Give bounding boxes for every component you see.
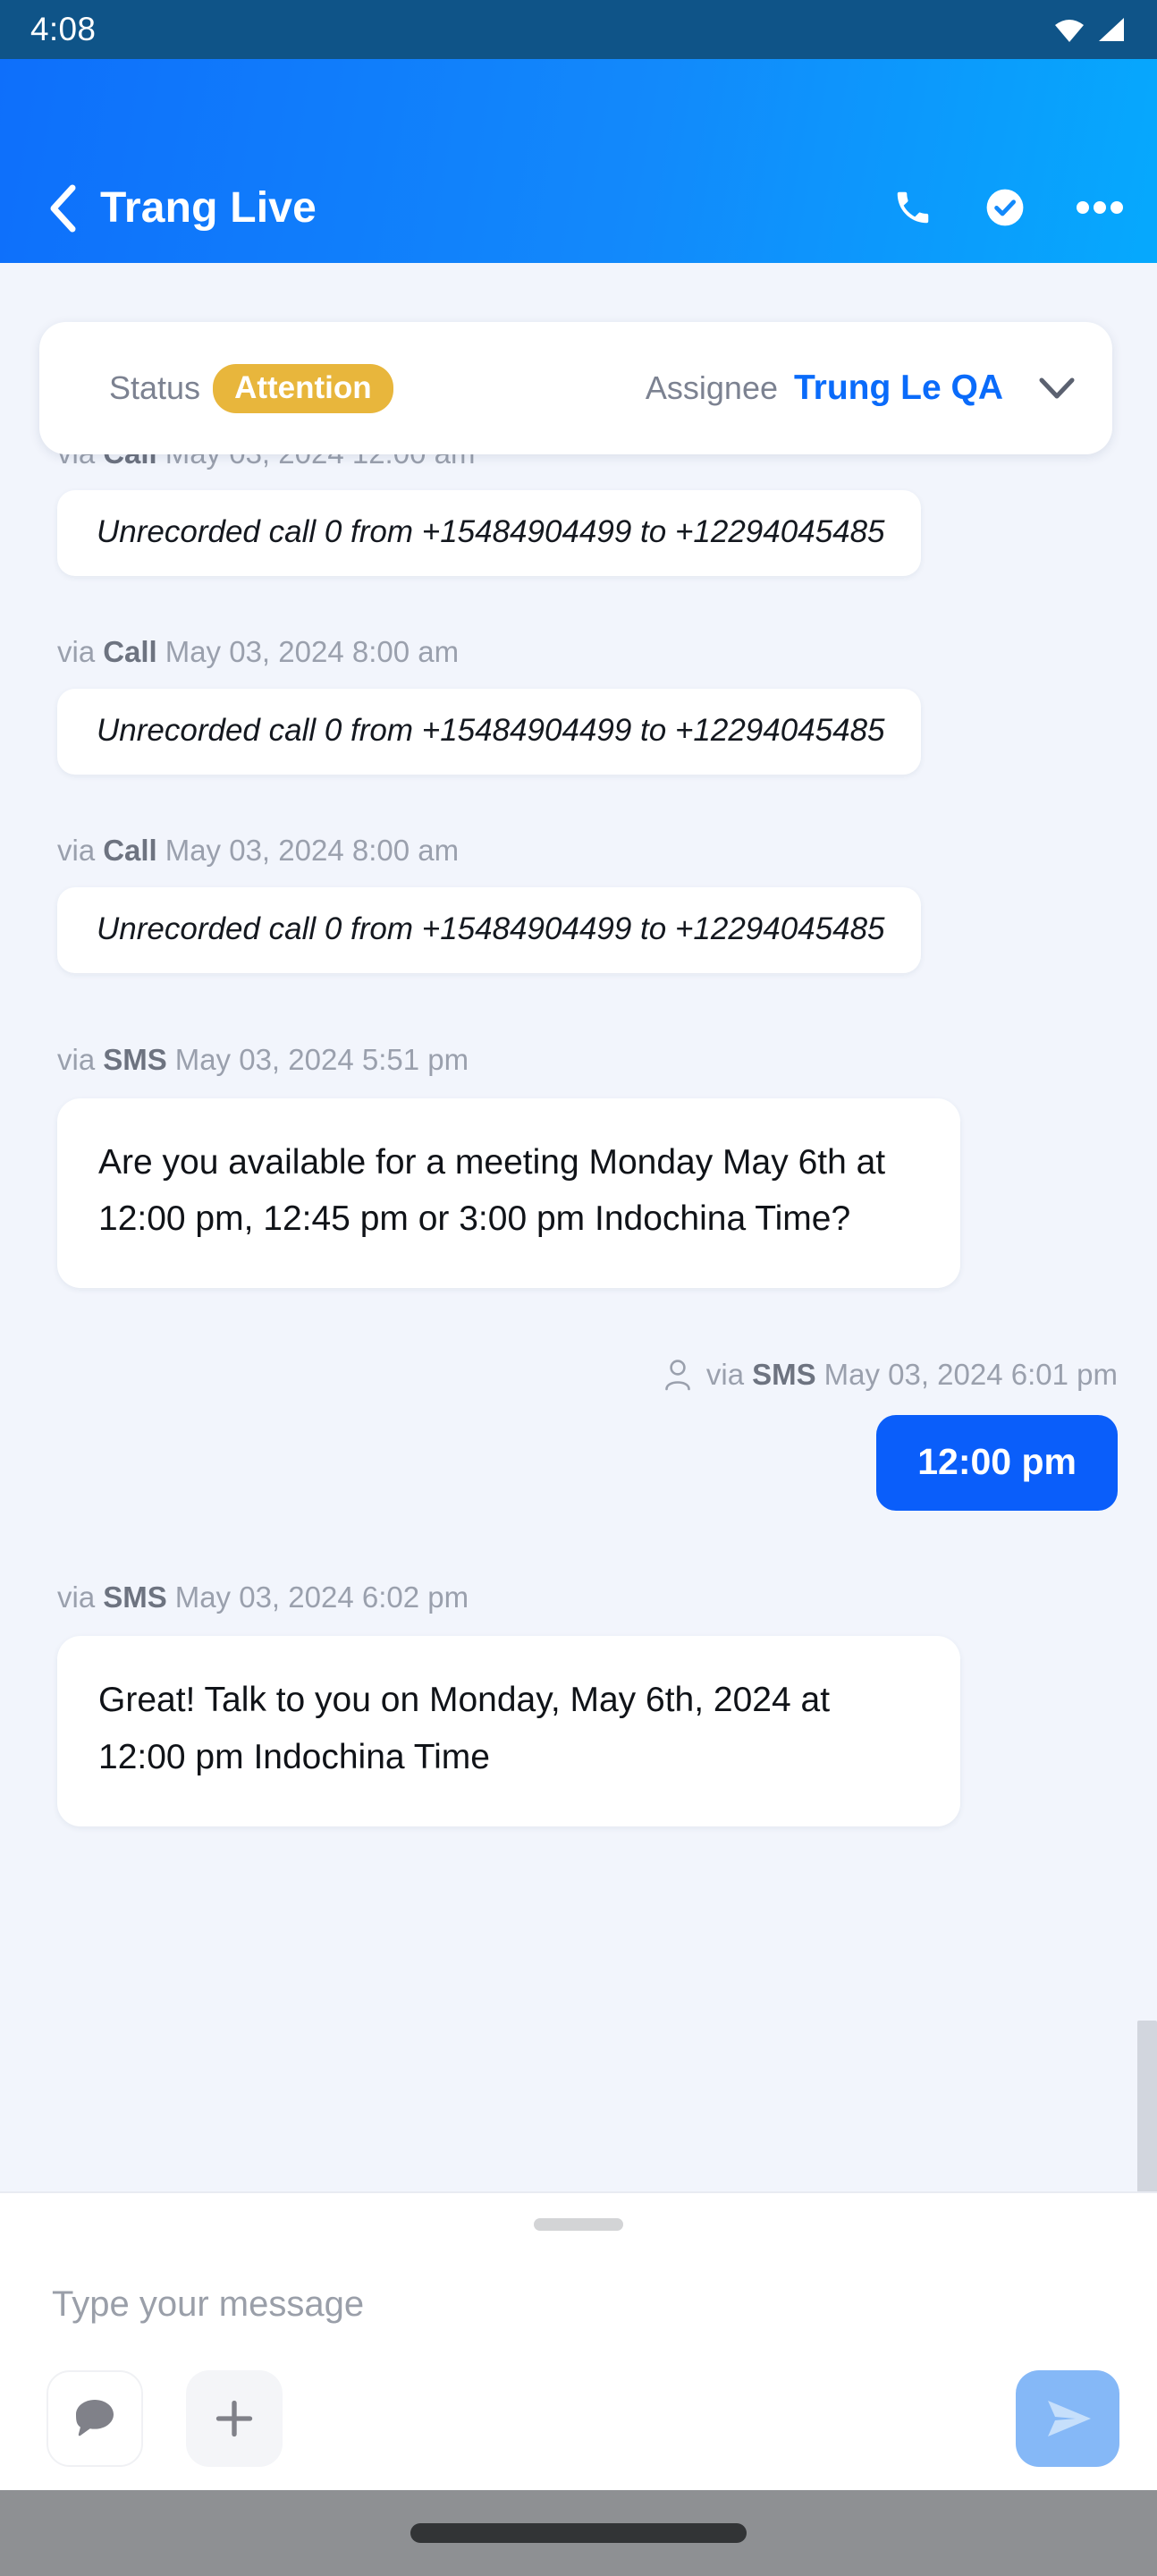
message-bubble[interactable]: Unrecorded call 0 from +15484904499 to +… <box>57 490 921 576</box>
assignee-label: Assignee <box>645 369 778 406</box>
page-title: Trang Live <box>100 184 317 232</box>
back-chevron-icon[interactable] <box>46 184 77 233</box>
system-navigation-bar <box>0 2490 1157 2576</box>
group-gap <box>0 775 1157 834</box>
message-group: via Call May 03, 2024 8:00 am Unrecorded… <box>0 635 1157 775</box>
meta-timestamp: May 03, 2024 6:02 pm <box>174 1580 469 1614</box>
group-gap <box>0 973 1157 1043</box>
meta-via: via <box>705 1358 745 1392</box>
message-text: Unrecorded call 0 from +15484904499 to +… <box>97 514 885 549</box>
outgoing-bubble-row: 12:00 pm <box>0 1415 1118 1512</box>
message-text: Unrecorded call 0 from +15484904499 to +… <box>97 713 885 748</box>
attachment-button[interactable] <box>186 2370 283 2467</box>
meta-channel: Call <box>103 635 157 668</box>
message-meta: via Call May 03, 2024 8:00 am <box>57 635 1157 669</box>
message-bubble[interactable]: Unrecorded call 0 from +15484904499 to +… <box>57 887 921 973</box>
meta-via: via <box>57 1580 96 1614</box>
meta-channel: SMS <box>752 1358 816 1392</box>
message-group: via Call May 03, 2024 12:00 am Unrecorde… <box>0 436 1157 576</box>
message-text: Unrecorded call 0 from +15484904499 to +… <box>97 911 885 946</box>
ticket-status-card[interactable]: Status Attention Assignee Trung Le QA <box>39 322 1112 454</box>
canned-response-button[interactable] <box>46 2370 143 2467</box>
app-header: Trang Live <box>0 59 1157 263</box>
message-text: Great! Talk to you on Monday, May 6th, 2… <box>98 1681 831 1776</box>
group-gap <box>0 576 1157 635</box>
status-bar-clock: 4:08 <box>30 11 97 47</box>
meta-timestamp: May 03, 2024 8:00 am <box>165 834 460 867</box>
drag-handle[interactable] <box>534 2218 623 2231</box>
message-group-outgoing: via SMS May 03, 2024 6:01 pm 12:00 pm <box>0 1358 1157 1512</box>
group-gap <box>0 1511 1157 1580</box>
meta-timestamp: May 03, 2024 8:00 am <box>165 635 460 668</box>
vertical-scrollbar-thumb[interactable] <box>1137 2021 1157 2191</box>
assignee-group[interactable]: Assignee Trung Le QA <box>646 369 1003 408</box>
message-bubble-outgoing[interactable]: 12:00 pm <box>876 1415 1118 1512</box>
message-input[interactable]: Type your message <box>0 2231 1157 2325</box>
phone-icon[interactable] <box>892 187 933 228</box>
message-composer: Type your message <box>0 2191 1157 2490</box>
chat-bubble-icon <box>76 2400 114 2436</box>
system-status-bar: 4:08 <box>0 0 1157 59</box>
home-indicator[interactable] <box>410 2523 747 2543</box>
meta-channel: Call <box>103 834 157 867</box>
meta-timestamp: May 03, 2024 6:01 pm <box>823 1358 1118 1392</box>
message-meta: via SMS May 03, 2024 6:01 pm <box>0 1358 1118 1392</box>
status-badge[interactable]: Attention <box>213 363 393 413</box>
status-label: Status <box>109 369 201 406</box>
message-bubble[interactable]: Unrecorded call 0 from +15484904499 to +… <box>57 689 921 775</box>
message-list: via Call May 03, 2024 12:00 am Unrecorde… <box>0 263 1157 1862</box>
group-gap <box>0 1288 1157 1358</box>
meta-via: via <box>57 1043 96 1076</box>
person-icon <box>665 1360 690 1391</box>
header-left-group: Trang Live <box>46 183 892 233</box>
composer-actions <box>0 2370 1157 2467</box>
message-meta: via SMS May 03, 2024 5:51 pm <box>57 1043 1157 1077</box>
message-bubble[interactable]: Great! Talk to you on Monday, May 6th, 2… <box>57 1636 960 1826</box>
plus-icon <box>215 2400 253 2437</box>
meta-via: via <box>57 635 96 668</box>
outgoing-meta-text: via SMS May 03, 2024 6:01 pm <box>706 1358 1118 1392</box>
message-meta: via Call May 03, 2024 8:00 am <box>57 834 1157 868</box>
message-group: via Call May 03, 2024 8:00 am Unrecorded… <box>0 834 1157 973</box>
message-group: via SMS May 03, 2024 5:51 pm Are you ava… <box>0 1043 1157 1289</box>
meta-channel: SMS <box>103 1043 167 1076</box>
wifi-icon <box>1055 20 1084 42</box>
message-group: via SMS May 03, 2024 6:02 pm Great! Talk… <box>0 1580 1157 1826</box>
conversation-scroll-area[interactable]: Status Attention Assignee Trung Le QA vi… <box>0 263 1157 2191</box>
message-text: Are you available for a meeting Monday M… <box>98 1143 886 1239</box>
ellipsis-icon[interactable] <box>1077 200 1123 215</box>
status-bar-icons <box>1053 17 1125 42</box>
send-button[interactable] <box>1016 2370 1119 2467</box>
meta-timestamp: May 03, 2024 5:51 pm <box>174 1043 469 1076</box>
message-meta: via SMS May 03, 2024 6:02 pm <box>57 1580 1157 1614</box>
check-circle-icon[interactable] <box>984 186 1026 229</box>
meta-channel: SMS <box>103 1580 167 1614</box>
message-bubble[interactable]: Are you available for a meeting Monday M… <box>57 1098 960 1289</box>
cellular-signal-icon <box>1099 18 1124 41</box>
header-actions <box>892 186 1123 233</box>
chevron-down-icon[interactable] <box>1037 375 1077 402</box>
status-group[interactable]: Status Attention <box>109 363 393 413</box>
meta-via: via <box>57 834 96 867</box>
assignee-value[interactable]: Trung Le QA <box>794 369 1003 408</box>
message-text: 12:00 pm <box>917 1441 1077 1483</box>
send-paper-plane-icon <box>1048 2401 1091 2436</box>
